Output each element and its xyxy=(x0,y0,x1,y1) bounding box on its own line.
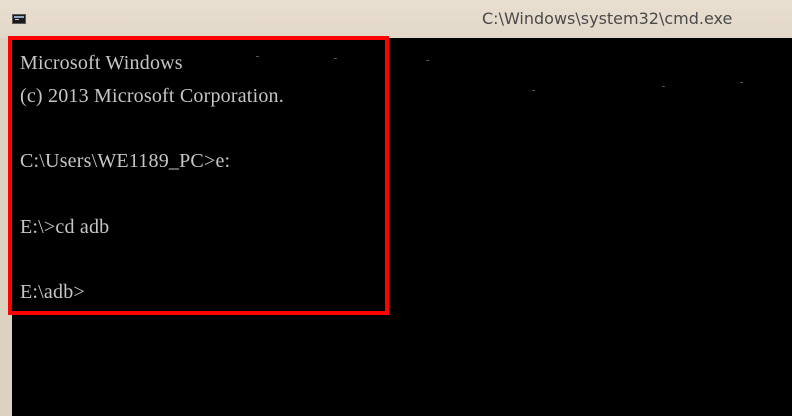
window-title: C:\Windows\system32\cmd.exe xyxy=(482,9,733,28)
screen-artifact xyxy=(256,56,259,57)
screen-artifact xyxy=(662,86,665,87)
screen-artifact xyxy=(334,58,337,59)
console-line-change-drive: C:\Users\WE1189_PC>e: xyxy=(20,150,231,172)
screen-artifact xyxy=(426,60,429,61)
console-line-copyright: (c) 2013 Microsoft Corporation. xyxy=(20,85,284,107)
console-output-area[interactable]: Microsoft Windows (c) 2013 Microsoft Cor… xyxy=(12,38,792,416)
console-line-cd-command: E:\>cd adb xyxy=(20,216,110,238)
console-line-current-prompt: E:\adb> xyxy=(20,281,85,303)
window-frame-left xyxy=(0,38,12,416)
title-bar[interactable]: C:\Windows\system32\cmd.exe xyxy=(0,0,792,38)
screen-artifact xyxy=(740,82,743,83)
screen-artifact xyxy=(532,90,535,91)
console-line-banner: Microsoft Windows xyxy=(20,52,183,74)
cmd-window: C:\Windows\system32\cmd.exe Microsoft Wi… xyxy=(0,0,792,416)
console-icon[interactable] xyxy=(12,14,26,24)
